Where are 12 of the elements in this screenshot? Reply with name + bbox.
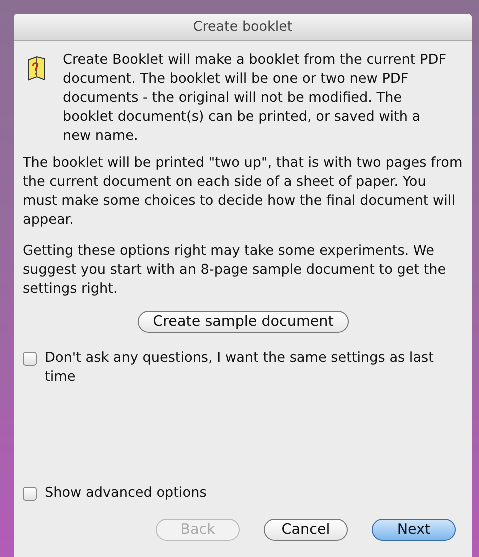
dialog-button[interactable]: Next xyxy=(372,519,456,541)
checkbox-label[interactable]: Show advanced options xyxy=(45,484,207,503)
checkbox-label[interactable]: Don't ask any questions, I want the same settings as last time xyxy=(45,349,464,387)
checkbox[interactable] xyxy=(23,352,37,366)
checkbox[interactable] xyxy=(23,487,37,501)
create-sample-button[interactable]: Create sample document xyxy=(138,311,349,333)
window-title: Create booklet xyxy=(14,14,472,41)
booklet-icon xyxy=(27,55,47,82)
paragraph: Getting these options right may take some experiments. We suggest you start with an 8-page sample document to get the settings right. xyxy=(23,242,448,299)
paragraph: The booklet will be printed "two up", that is with two pages from the current document on each side of a sheet of paper. You must make some choices to decide how the final document will appear. xyxy=(23,154,464,230)
intro-text: Create Booklet will make a booklet from the current PDF document. The booklet will be one or two new PDF documents - the original will not be modified. The booklet document(s) can be printed, or saved with a new name. xyxy=(63,51,448,146)
dialog-button[interactable]: Cancel xyxy=(264,519,348,541)
